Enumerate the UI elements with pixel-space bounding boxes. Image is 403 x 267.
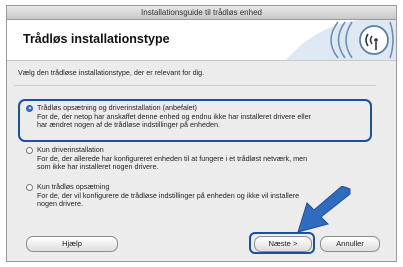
divider <box>14 85 376 86</box>
option-wireless-only[interactable]: Kun trådløs opsætning For de, der vil ko… <box>26 182 299 209</box>
window-title: Installationsguide til trådløs enhed <box>7 6 396 20</box>
wireless-signal-icon <box>286 20 396 60</box>
option-description: som ikke har installeret nogen drivere. <box>37 162 159 172</box>
option-wireless-and-driver[interactable]: Trådløs opsætning og driverinstallation … <box>26 103 311 130</box>
radio-icon[interactable] <box>26 146 33 154</box>
help-button[interactable]: Hjælp <box>26 236 118 252</box>
pointer-arrow-icon <box>297 186 351 233</box>
option-description: nogen drivere. <box>37 199 83 209</box>
header-panel: Trådløs installationstype <box>7 20 396 61</box>
radio-icon[interactable] <box>26 183 33 191</box>
next-button[interactable]: Næste > <box>254 236 312 252</box>
page-title: Trådløs installationstype <box>23 32 170 46</box>
option-description: har ændret nogen af de trådløse indstill… <box>37 120 221 130</box>
option-driver-only[interactable]: Kun driverinstallation For de, der aller… <box>26 145 307 172</box>
cancel-button[interactable]: Annuller <box>320 236 380 252</box>
instruction-text: Vælg den trådløse installationstype, der… <box>18 68 205 77</box>
radio-selected-icon[interactable] <box>26 104 33 112</box>
